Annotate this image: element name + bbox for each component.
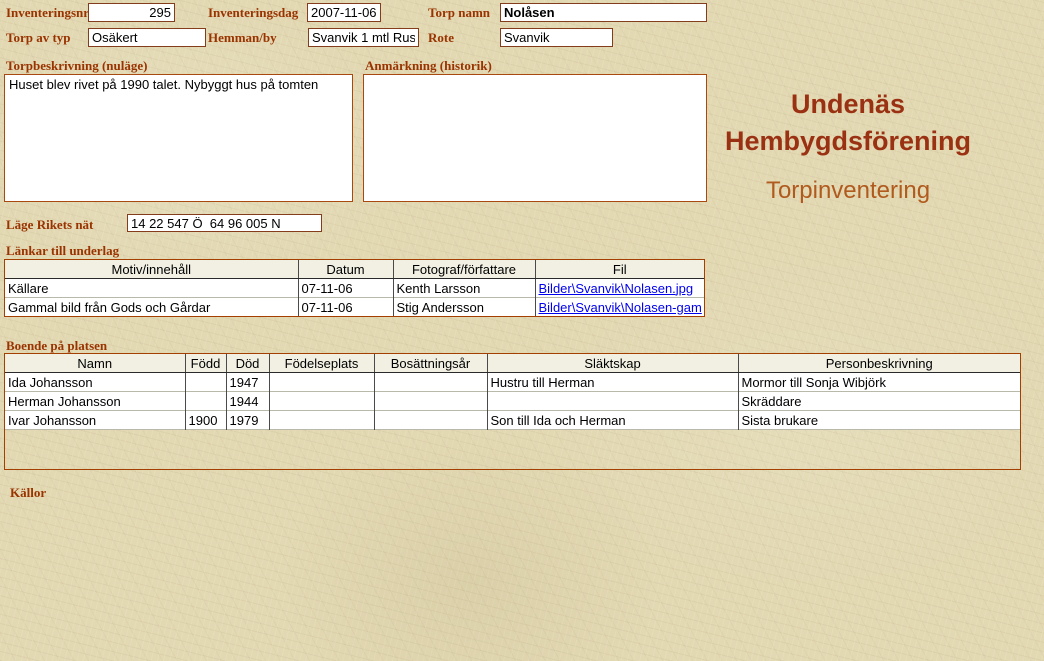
torpbeskrivning-textarea[interactable]: Huset blev rivet på 1990 talet. Nybyggt … [4,74,353,202]
cell-fodelseplats [268,410,374,430]
residents-col-namn: Namn [5,354,185,373]
residents-table-box: Namn Född Död Födelseplats Bosättningsår… [4,353,1021,470]
lage-rikets-nat-label: Läge Rikets nät [6,217,94,232]
links-heading: Länkar till underlag [6,243,120,258]
cell-namn: Herman Johansson [5,391,185,411]
links-col-fil: Fil [534,260,704,279]
cell-slaktskap [486,391,738,411]
cell-fotograf: Kenth Larsson [392,278,535,298]
cell-fodd [184,391,226,411]
cell-fodd [184,372,226,392]
links-col-datum: Datum [297,260,393,279]
hemman-by-input[interactable] [308,28,419,47]
cell-dod: 1947 [225,372,269,392]
torp-av-typ-label: Torp av typ [6,30,71,45]
torp-av-typ-input[interactable] [88,28,206,47]
resident-row: Ivar Johansson 1900 1979 Son till Ida oc… [5,410,1020,430]
cell-fil: Bilder\Svanvik\Nolasen-gam [534,297,704,316]
cell-datum: 07-11-06 [297,297,393,316]
cell-bosattningsar [373,410,487,430]
inventeringsnr-input[interactable] [88,3,175,22]
inventeringsnr-label: Inventeringsnr [6,5,90,20]
anmarkning-textarea[interactable] [363,74,707,202]
residents-col-fodd: Född [184,354,226,373]
residents-table: Namn Född Död Födelseplats Bosättningsår… [5,354,1020,430]
resident-row: Ida Johansson 1947 Hustru till Herman Mo… [5,372,1020,392]
cell-fodelseplats [268,391,374,411]
residents-col-fodelseplats: Födelseplats [268,354,374,373]
inventeringsdag-input[interactable] [307,3,381,22]
links-table: Motiv/innehåll Datum Fotograf/författare… [5,260,704,316]
cell-dod: 1944 [225,391,269,411]
cell-personbeskrivning: Skräddare [737,391,1020,411]
cell-slaktskap: Son till Ida och Herman [486,410,738,430]
hemman-by-label: Hemman/by [208,30,277,45]
links-table-box: Motiv/innehåll Datum Fotograf/författare… [4,259,705,317]
links-header-row: Motiv/innehåll Datum Fotograf/författare… [5,260,704,279]
cell-datum: 07-11-06 [297,278,393,298]
torp-namn-input[interactable] [500,3,707,22]
cell-dod: 1979 [225,410,269,430]
app-subtitle: Torpinventering [765,177,931,204]
residents-col-dod: Död [225,354,269,373]
cell-bosattningsar [373,372,487,392]
rote-input[interactable] [500,28,613,47]
links-col-motiv: Motiv/innehåll [5,260,298,279]
links-row: Gammal bild från Gods och Gårdar 07-11-0… [5,297,704,316]
cell-motiv: Källare [5,278,298,298]
file-link[interactable]: Bilder\Svanvik\Nolasen-gam [539,300,702,315]
torp-namn-label: Torp namn [428,5,491,20]
residents-col-bosattningsar: Bosättningsår [373,354,487,373]
cell-fil: Bilder\Svanvik\Nolasen.jpg [534,278,704,298]
cell-motiv: Gammal bild från Gods och Gårdar [5,297,298,316]
cell-fodelseplats [268,372,374,392]
cell-namn: Ida Johansson [5,372,185,392]
anmarkning-label: Anmärkning (historik) [365,58,492,73]
cell-bosattningsar [373,391,487,411]
resident-row: Herman Johansson 1944 Skräddare [5,391,1020,411]
cell-slaktskap: Hustru till Herman [486,372,738,392]
cell-personbeskrivning: Sista brukare [737,410,1020,430]
links-col-fotograf: Fotograf/författare [392,260,535,279]
cell-namn: Ivar Johansson [5,410,185,430]
cell-personbeskrivning: Mormor till Sonja Wibjörk [737,372,1020,392]
org-title-line1: Undenäs [790,89,906,119]
residents-col-slaktskap: Släktskap [486,354,738,373]
residents-col-personbeskrivning: Personbeskrivning [737,354,1020,373]
residents-heading: Boende på platsen [6,338,108,353]
branding-block: Undenäs Hembygdsförening Torpinventering [712,86,984,205]
residents-header-row: Namn Född Död Födelseplats Bosättningsår… [5,354,1020,373]
file-link[interactable]: Bilder\Svanvik\Nolasen.jpg [539,281,694,296]
rote-label: Rote [428,30,454,45]
sources-heading: Källor [10,485,47,500]
lage-rikets-nat-input[interactable] [127,214,322,232]
links-row: Källare 07-11-06 Kenth Larsson Bilder\Sv… [5,278,704,298]
inventeringsdag-label: Inventeringsdag [208,5,299,20]
cell-fotograf: Stig Andersson [392,297,535,316]
torpinventering-page: Inventeringsnr Inventeringsdag Torp namn… [0,0,1044,661]
org-title-line2: Hembygdsförening [724,126,972,156]
torpbeskrivning-label: Torpbeskrivning (nuläge) [6,58,148,73]
cell-fodd: 1900 [184,410,226,430]
